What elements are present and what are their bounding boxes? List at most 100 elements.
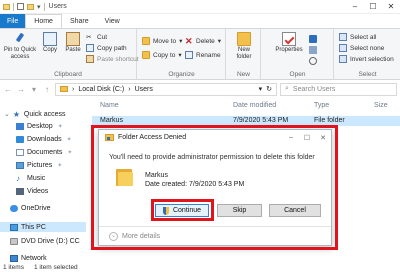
- chevron-down-icon: ▾: [179, 38, 183, 45]
- nav-videos[interactable]: Videos: [16, 188, 48, 195]
- open-button[interactable]: [309, 35, 317, 43]
- copy-to-button[interactable]: Copy to ▾: [142, 51, 182, 59]
- quick-access-toolbar: ▾: [0, 2, 45, 11]
- back-arrow-icon[interactable]: ←: [3, 85, 13, 94]
- recent-chevron-icon[interactable]: ▾: [29, 85, 39, 94]
- address-dropdown-icon[interactable]: ▾: [259, 85, 263, 93]
- scissors-icon: ✂: [86, 34, 92, 41]
- pin-icon: ✦: [67, 150, 73, 156]
- nav-documents[interactable]: Documents ✦: [16, 149, 72, 156]
- new-folder-button[interactable]: New folder: [231, 32, 257, 61]
- edit-button[interactable]: [309, 46, 317, 54]
- minimize-button[interactable]: –: [346, 2, 364, 11]
- nav-label: Pictures: [27, 162, 53, 169]
- cut-label: Cut: [97, 33, 108, 41]
- edit-icon: [309, 46, 317, 54]
- copy-to-icon: [142, 51, 150, 59]
- file-type: File folder: [314, 117, 345, 124]
- download-icon: [16, 136, 24, 143]
- video-icon: [16, 188, 24, 195]
- copy-to-label: Copy to: [153, 51, 176, 59]
- file-list-header: Name Date modified Type Size: [92, 100, 400, 112]
- copy-path-button[interactable]: Copy path: [86, 44, 127, 52]
- nav-label: This PC: [21, 223, 46, 231]
- nav-music[interactable]: ♪ Music: [16, 174, 45, 183]
- copy-label: Copy: [42, 47, 57, 53]
- organize-group-label: Organize: [168, 71, 195, 78]
- open-group-label: Open: [289, 71, 306, 78]
- nav-label: Documents: [27, 149, 63, 156]
- paste-shortcut-button[interactable]: Paste shortcut: [86, 55, 139, 63]
- maximize-button[interactable]: ☐: [364, 2, 382, 11]
- window-title: Users: [48, 3, 67, 10]
- column-header-type[interactable]: Type: [314, 102, 329, 109]
- nav-label: Quick access: [23, 110, 66, 118]
- copy-button[interactable]: Copy: [40, 32, 60, 54]
- delete-button[interactable]: ✕ Delete ▾: [185, 37, 222, 46]
- refresh-icon[interactable]: ↻: [266, 85, 272, 93]
- nav-pictures[interactable]: Pictures ✦: [16, 162, 62, 169]
- properties-icon[interactable]: [17, 3, 24, 10]
- up-arrow-icon[interactable]: ↑: [42, 85, 52, 94]
- selection-count: 1 item selected: [33, 264, 78, 271]
- clipboard-group: Pin to Quick access Copy Paste ✂ Cut Cop…: [0, 29, 139, 80]
- computer-icon: [10, 223, 18, 231]
- properties-button[interactable]: Properties: [274, 32, 304, 54]
- invert-selection-icon: [339, 55, 347, 63]
- music-icon: ♪: [16, 174, 20, 183]
- folder-icon[interactable]: [3, 3, 10, 10]
- tab-file[interactable]: File: [0, 14, 26, 28]
- nav-quick-access[interactable]: ⌄ ★ Quick access: [4, 110, 66, 118]
- chevron-down-icon: ▾: [217, 38, 222, 45]
- star-icon: ★: [12, 109, 21, 119]
- cut-button[interactable]: ✂ Cut: [86, 33, 108, 42]
- select-group: Select all Select none Invert selection …: [335, 29, 400, 80]
- continue-highlight-box: [151, 199, 214, 221]
- navigation-pane: ⌄ ★ Quick access Desktop ✦ Downloads ✦ D…: [0, 104, 86, 264]
- close-button[interactable]: ✕: [382, 2, 400, 11]
- history-button[interactable]: [309, 57, 317, 65]
- column-header-date[interactable]: Date modified: [233, 102, 276, 109]
- customize-chevron-icon[interactable]: ▾: [37, 3, 41, 11]
- pin-icon: ✦: [66, 137, 72, 143]
- copy-path-label: Copy path: [97, 44, 127, 52]
- select-none-icon: [339, 44, 347, 52]
- move-to-button[interactable]: Move to ▾: [142, 37, 182, 45]
- nav-onedrive[interactable]: OneDrive: [10, 205, 51, 212]
- chevron-down-icon: ▾: [178, 52, 182, 59]
- forward-arrow-icon[interactable]: →: [16, 85, 26, 94]
- pin-quick-access-button[interactable]: Pin to Quick access: [2, 32, 38, 61]
- breadcrumb-local-disk[interactable]: Local Disk (C:): [78, 86, 124, 93]
- pin-icon: ✦: [57, 163, 63, 169]
- clipboard-group-label: Clipboard: [54, 71, 82, 78]
- search-box[interactable]: ⌕ Search Users: [280, 82, 397, 96]
- item-count: 1 items: [3, 264, 24, 271]
- open-group: Properties Open: [262, 29, 334, 80]
- properties-label: Properties: [275, 47, 303, 53]
- chevron-down-icon: ⌄: [4, 111, 10, 118]
- nav-label: Videos: [27, 188, 49, 195]
- nav-downloads[interactable]: Downloads ✦: [16, 136, 72, 143]
- move-to-label: Move to: [153, 37, 177, 45]
- address-bar[interactable]: › Local Disk (C:) › Users ▾ ↻: [55, 82, 277, 96]
- breadcrumb-users[interactable]: Users: [135, 86, 153, 93]
- column-header-size[interactable]: Size: [374, 102, 388, 109]
- paste-button[interactable]: Paste: [62, 32, 84, 54]
- nav-network[interactable]: Network: [10, 255, 47, 262]
- nav-desktop[interactable]: Desktop ✦: [16, 123, 63, 130]
- properties-icon: [282, 32, 296, 46]
- tab-view[interactable]: View: [97, 14, 128, 28]
- tab-share[interactable]: Share: [62, 14, 97, 28]
- copy-path-icon: [86, 44, 94, 52]
- select-all-button[interactable]: Select all: [339, 33, 376, 41]
- column-header-name[interactable]: Name: [100, 102, 119, 109]
- tab-home[interactable]: Home: [25, 14, 62, 28]
- network-icon: [10, 255, 18, 262]
- invert-selection-button[interactable]: Invert selection: [339, 55, 394, 63]
- nav-this-pc[interactable]: This PC: [0, 222, 86, 232]
- select-all-label: Select all: [350, 33, 377, 41]
- rename-button[interactable]: Rename: [185, 51, 221, 59]
- new-folder-icon[interactable]: [27, 3, 34, 10]
- select-none-button[interactable]: Select none: [339, 44, 384, 52]
- nav-dvd-drive[interactable]: DVD Drive (D:) CC: [10, 238, 80, 245]
